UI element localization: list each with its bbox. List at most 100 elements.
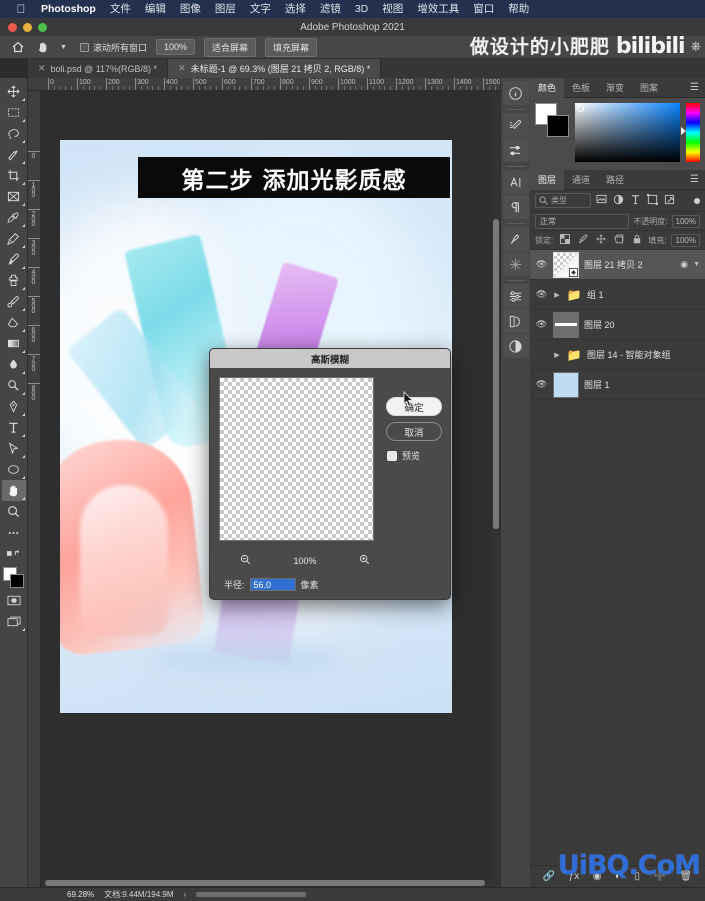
adjustments-icon[interactable]	[502, 284, 529, 308]
menu-type[interactable]: 文字	[243, 0, 278, 18]
adjustment-filter-icon[interactable]	[612, 194, 625, 208]
menu-filter[interactable]: 滤镜	[313, 0, 348, 18]
brush-settings-icon[interactable]	[502, 113, 529, 137]
dialog-preview-area[interactable]	[219, 377, 374, 541]
type-tool[interactable]	[2, 417, 26, 438]
lock-transparent-icon[interactable]	[558, 233, 571, 247]
layer-name[interactable]: 图层 1	[584, 378, 700, 391]
lock-artboard-icon[interactable]	[612, 234, 625, 247]
opacity-value[interactable]: 100%	[671, 214, 700, 228]
background-color-swatch[interactable]	[9, 574, 24, 588]
eraser-tool[interactable]	[2, 312, 26, 333]
layer-thumbnail[interactable]	[553, 371, 579, 398]
shape-tool[interactable]	[2, 459, 26, 480]
libraries-icon[interactable]	[502, 252, 529, 276]
layer-name[interactable]: 图层 20	[584, 318, 700, 331]
screen-mode-icon[interactable]	[2, 611, 26, 632]
object-selection-tool[interactable]	[2, 144, 26, 165]
edit-toolbar-icon[interactable]	[2, 543, 26, 564]
table-row[interactable]: 👁 图层 20	[530, 310, 705, 340]
menu-file[interactable]: 文件	[103, 0, 138, 18]
close-icon[interactable]: ✕	[178, 63, 186, 74]
info-icon[interactable]	[502, 81, 529, 105]
zoom-in-icon[interactable]	[359, 554, 370, 568]
scrollbar-thumb[interactable]	[493, 219, 499, 529]
layer-mask-icon[interactable]: ◉	[593, 871, 602, 882]
tab-paths[interactable]: 路径	[598, 170, 632, 190]
layer-thumbnail[interactable]: ◆	[553, 251, 579, 278]
layer-visibility-icon[interactable]: 👁	[535, 259, 548, 270]
color-field[interactable]	[575, 103, 680, 162]
hue-marker[interactable]	[681, 127, 686, 135]
history-brush-tool[interactable]	[2, 291, 26, 312]
dodge-tool[interactable]	[2, 375, 26, 396]
table-row[interactable]: ▶ 📁 图层 14 - 智能对象组	[530, 340, 705, 370]
chevron-down-icon[interactable]: ▼	[693, 261, 700, 268]
fill-screen-button[interactable]: 填充屏幕	[265, 37, 318, 57]
tab-swatches[interactable]: 色板	[564, 78, 598, 98]
character-icon[interactable]	[502, 170, 529, 194]
clone-stamp-tool[interactable]	[2, 270, 26, 291]
type-filter-icon[interactable]	[629, 194, 642, 208]
home-icon[interactable]	[10, 39, 26, 55]
blur-tool[interactable]	[2, 354, 26, 375]
frame-tool[interactable]	[2, 186, 26, 207]
glyphs-icon[interactable]	[502, 227, 529, 251]
tab-patterns[interactable]: 图案	[632, 78, 666, 98]
radius-slider[interactable]	[224, 599, 436, 600]
table-row[interactable]: 👁 ◆ 图层 21 拷贝 2 ◉ ▼	[530, 250, 705, 280]
new-layer-icon[interactable]: ➕	[654, 871, 666, 882]
table-row[interactable]: 👁 ▶ 📁 组 1	[530, 280, 705, 310]
tab-gradients[interactable]: 渐变	[598, 78, 632, 98]
canvas-vertical-scrollbar[interactable]	[492, 91, 500, 887]
zoom-100-button[interactable]: 100%	[155, 39, 195, 55]
pixel-filter-icon[interactable]	[595, 194, 608, 207]
marquee-tool[interactable]	[2, 102, 26, 123]
menu-help[interactable]: 帮助	[501, 0, 536, 18]
zoom-level[interactable]: 69.28%	[5, 890, 94, 899]
preview-checkbox[interactable]: ✓ 预览	[387, 449, 420, 462]
panel-menu-icon[interactable]: ☰	[690, 82, 699, 93]
chevron-right-icon[interactable]: ▶	[553, 291, 561, 299]
document-tab-boli[interactable]: ✕ boli.psd @ 117%(RGB/8) *	[28, 59, 169, 78]
status-expand-icon[interactable]: ›	[184, 890, 187, 899]
layer-filter-kind-select[interactable]: 类型	[535, 193, 591, 208]
eyedropper-tool[interactable]	[2, 207, 26, 228]
healing-brush-tool[interactable]	[2, 228, 26, 249]
smartobject-filter-icon[interactable]	[663, 194, 676, 208]
layer-name[interactable]: 图层 14 - 智能对象组	[587, 348, 700, 361]
more-tools-icon[interactable]	[2, 522, 26, 543]
crop-tool[interactable]	[2, 165, 26, 186]
panel-menu-icon[interactable]: ☰	[690, 174, 699, 185]
gradient-tool[interactable]	[2, 333, 26, 354]
path-selection-tool[interactable]	[2, 438, 26, 459]
layer-thumbnail[interactable]	[553, 311, 579, 338]
tab-channels[interactable]: 通道	[564, 170, 598, 190]
lock-image-icon[interactable]	[576, 233, 589, 247]
tab-layers[interactable]: 图层	[530, 169, 565, 190]
menu-plugins[interactable]: 增效工具	[410, 0, 466, 18]
delete-layer-icon[interactable]: 🗑	[680, 871, 693, 882]
fit-screen-button[interactable]: 适合屏幕	[203, 37, 256, 57]
pen-tool[interactable]	[2, 396, 26, 417]
background-color-swatch[interactable]	[547, 115, 569, 137]
adjustment-layer-icon[interactable]	[502, 334, 529, 358]
filter-toggle-icon[interactable]	[694, 197, 700, 204]
gaussian-blur-dialog[interactable]: 高斯模糊 确定 取消 ✓ 预览 100% 半径: 56.0 像素	[209, 348, 451, 600]
link-layers-icon[interactable]: 🔗	[543, 871, 555, 882]
hand-tool[interactable]	[1, 480, 26, 501]
lasso-tool[interactable]	[2, 123, 26, 144]
blend-mode-select[interactable]: 正常	[535, 213, 630, 229]
scrollbar-thumb[interactable]	[45, 880, 485, 886]
adjustment-layer-icon[interactable]: ◐	[615, 871, 621, 882]
scroll-all-windows-checkbox[interactable]: 滚动所有窗口	[79, 41, 147, 54]
layer-name[interactable]: 图层 21 拷贝 2	[584, 258, 675, 271]
menu-layer[interactable]: 图层	[208, 0, 243, 18]
paragraph-icon[interactable]	[502, 195, 529, 219]
chevron-right-icon[interactable]: ▶	[553, 351, 561, 359]
quick-mask-icon[interactable]	[2, 590, 26, 611]
brush-presets-icon[interactable]	[502, 138, 529, 162]
table-row[interactable]: 👁 图层 1	[530, 370, 705, 400]
menu-window[interactable]: 窗口	[466, 0, 501, 18]
menu-view[interactable]: 视图	[375, 0, 410, 18]
